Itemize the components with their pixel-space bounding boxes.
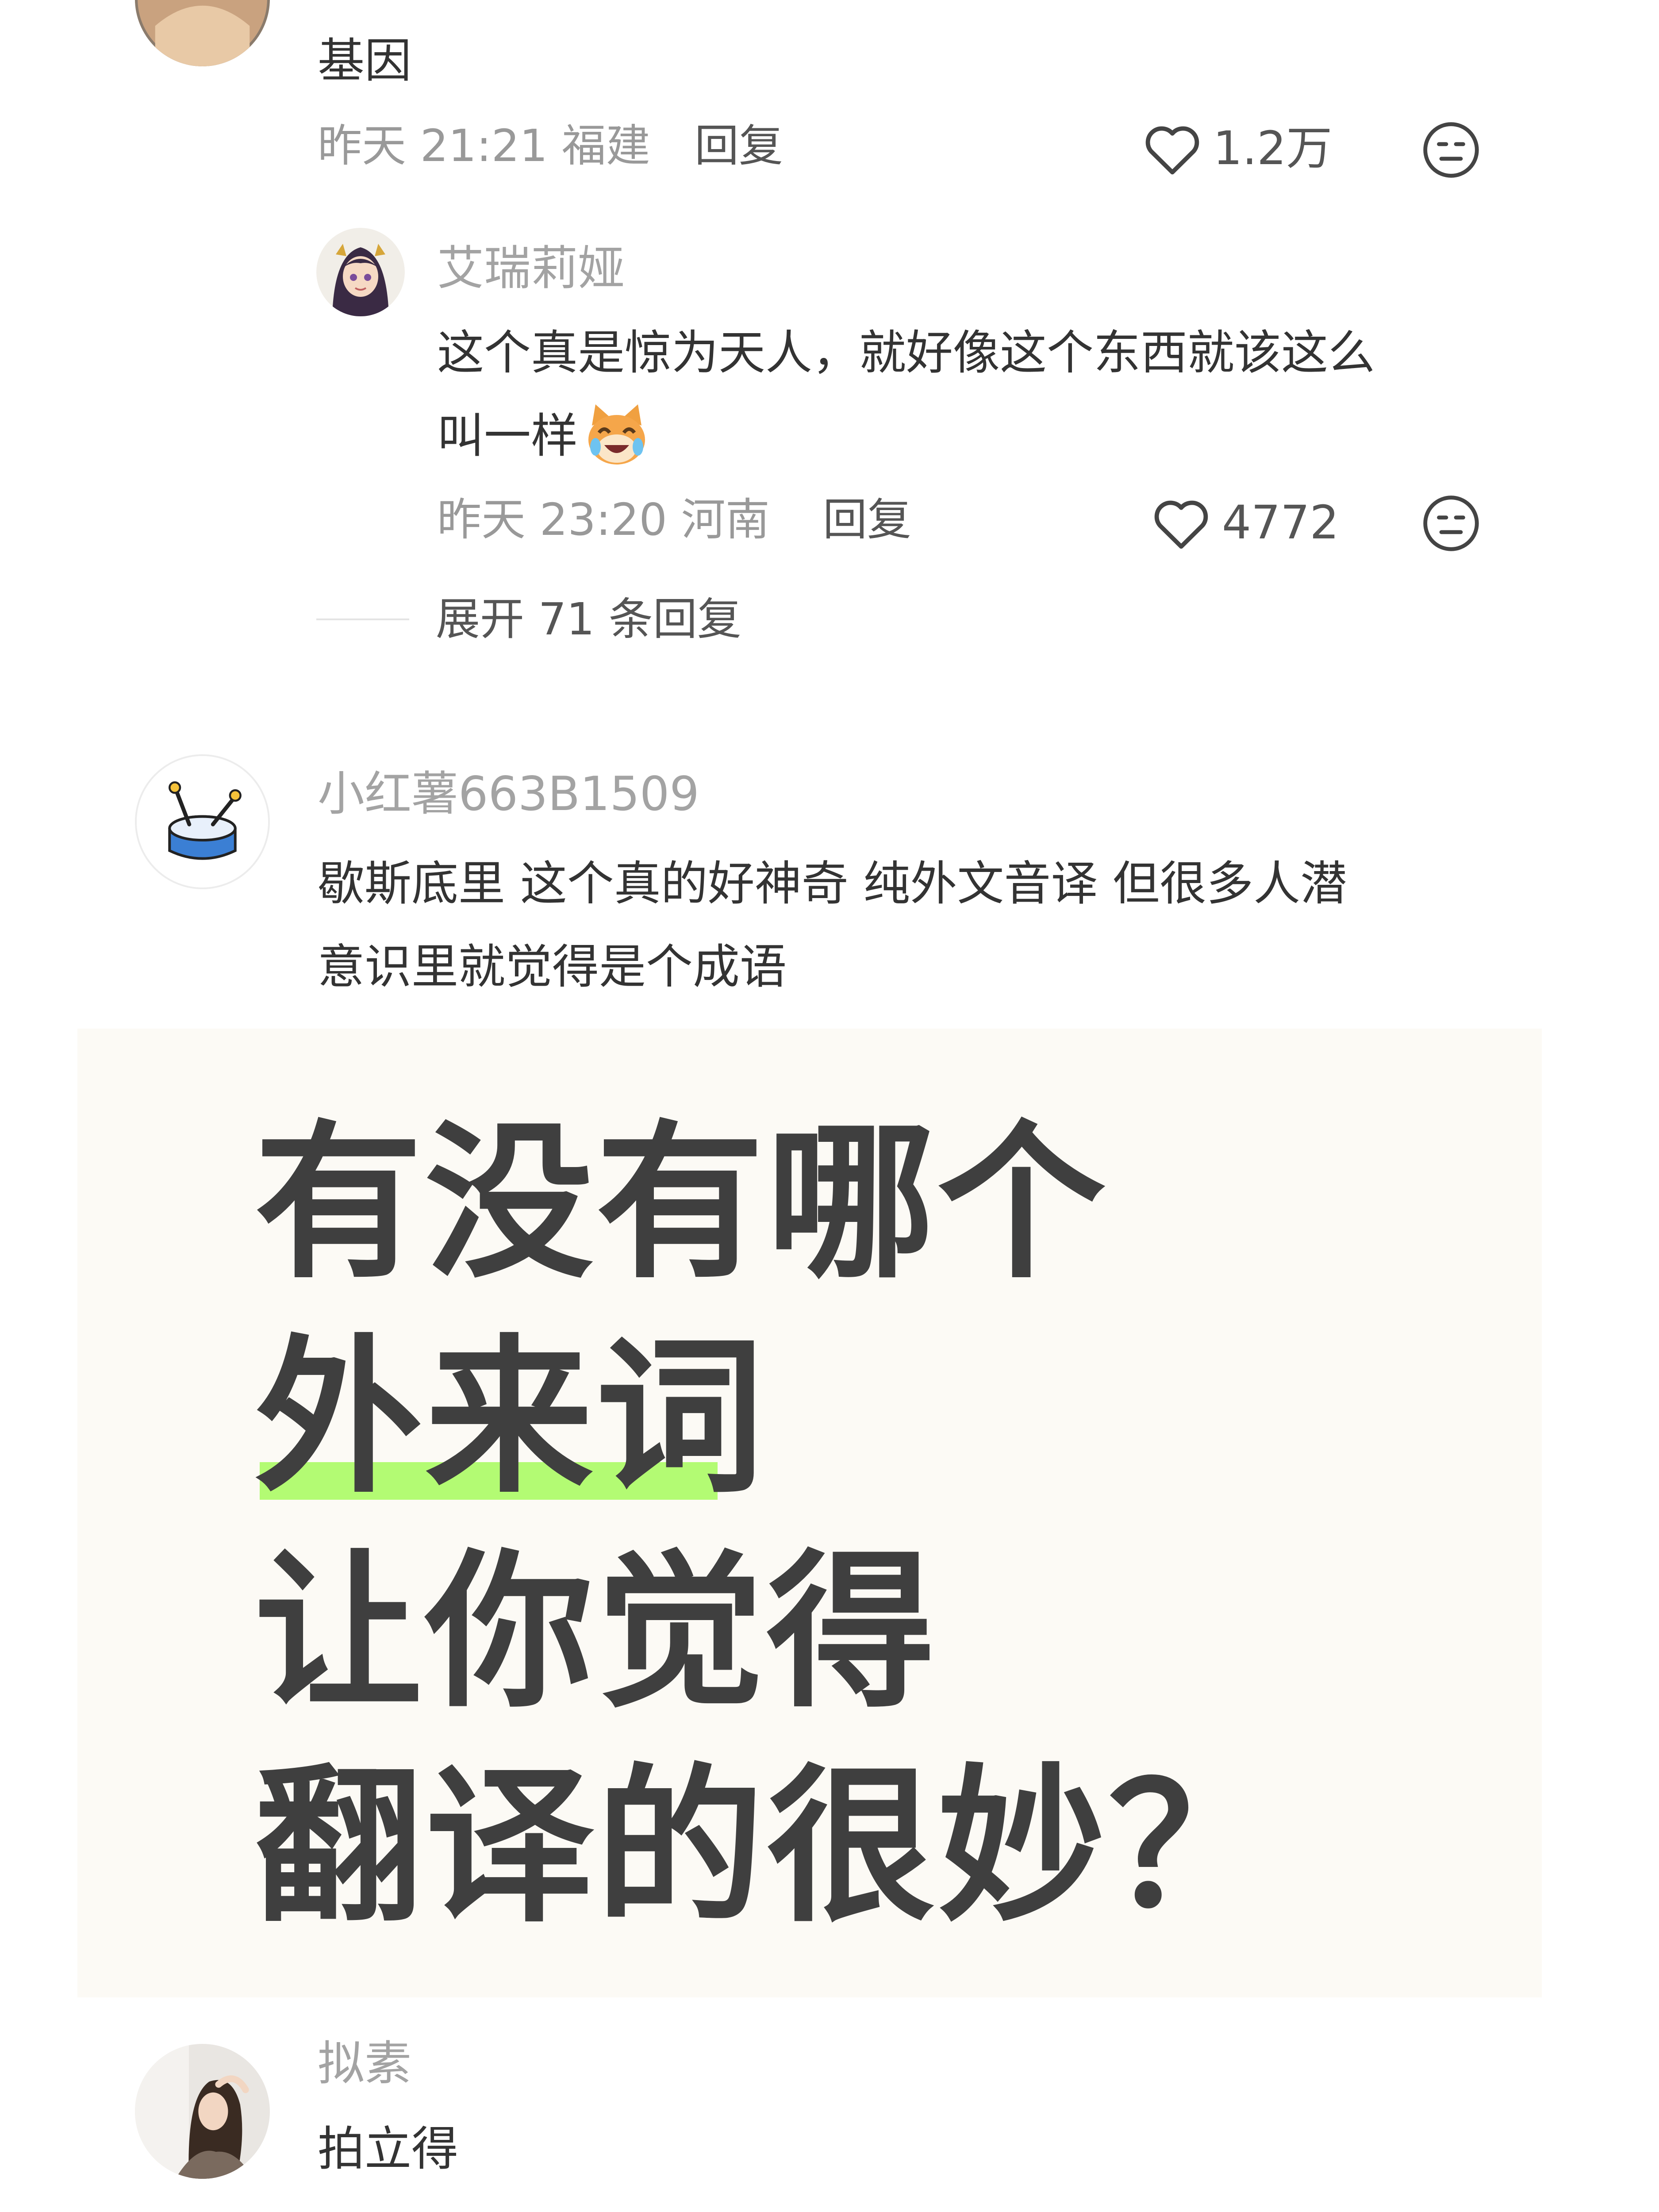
neutral-face-icon[interactable] <box>1422 121 1480 179</box>
laughing-cat-emoji <box>588 404 645 465</box>
avatar[interactable] <box>135 2044 270 2179</box>
heart-outline-icon <box>1154 500 1208 549</box>
comment-text: 基因 <box>318 34 411 88</box>
comment-text: 拍立得 <box>318 2122 458 2176</box>
like-button[interactable]: 1.2万 <box>1141 120 1332 176</box>
like-count: 4772 <box>1222 495 1339 549</box>
reply-button[interactable]: 回复 <box>823 493 911 546</box>
reply-text-line-1: 这个真是惊为天人，就好像这个东西就该这么 <box>437 326 1375 380</box>
comment-text-line-2: 意识里就觉得是个成语 <box>318 940 787 994</box>
image-text-line-3: 让你觉得 <box>254 1534 937 1730</box>
divider <box>316 618 409 620</box>
comment-text-line-1: 歇斯底里 这个真的好神奇 纯外文音译 但很多人潜 <box>318 856 1348 911</box>
reply-time-location: 昨天 23:20 河南 <box>437 494 770 545</box>
neutral-face-icon[interactable] <box>1422 494 1480 553</box>
avatar[interactable] <box>316 228 405 316</box>
reply-button[interactable]: 回复 <box>695 119 783 173</box>
avatar[interactable] <box>135 0 270 66</box>
avatar[interactable] <box>135 754 270 889</box>
reply-username[interactable]: 艾瑞莉娅 <box>437 240 625 297</box>
heart-outline-icon <box>1145 126 1199 175</box>
image-text-line-4: 翻译的很妙？ <box>254 1749 1279 1945</box>
comment-username[interactable]: 小红薯663B1509 <box>318 765 699 823</box>
reply-text-line-2-text: 叫一样 <box>437 409 578 463</box>
like-button[interactable]: 4772 <box>1150 495 1339 550</box>
image-text-line-1: 有没有哪个 <box>254 1105 1108 1301</box>
image-text-line-2: 外来词 <box>254 1320 767 1516</box>
like-count: 1.2万 <box>1213 121 1333 175</box>
comment-time-location: 昨天 21:21 福建 <box>318 120 650 172</box>
reply-text-line-2: 叫一样 <box>437 395 652 477</box>
comment-username[interactable]: 拟素 <box>318 2035 411 2093</box>
comment-feed: 基因 昨天 21:21 福建 回复 1.2万 艾瑞莉娅 这个真是惊为天人，就好像… <box>0 0 1659 2212</box>
expand-replies-label: 展开 71 条回复 <box>436 593 741 645</box>
expand-replies-button[interactable]: 展开 71 条回复 <box>316 593 741 646</box>
comment-image[interactable]: 有没有哪个 外来词 让你觉得 翻译的很妙？ <box>77 1029 1542 1997</box>
